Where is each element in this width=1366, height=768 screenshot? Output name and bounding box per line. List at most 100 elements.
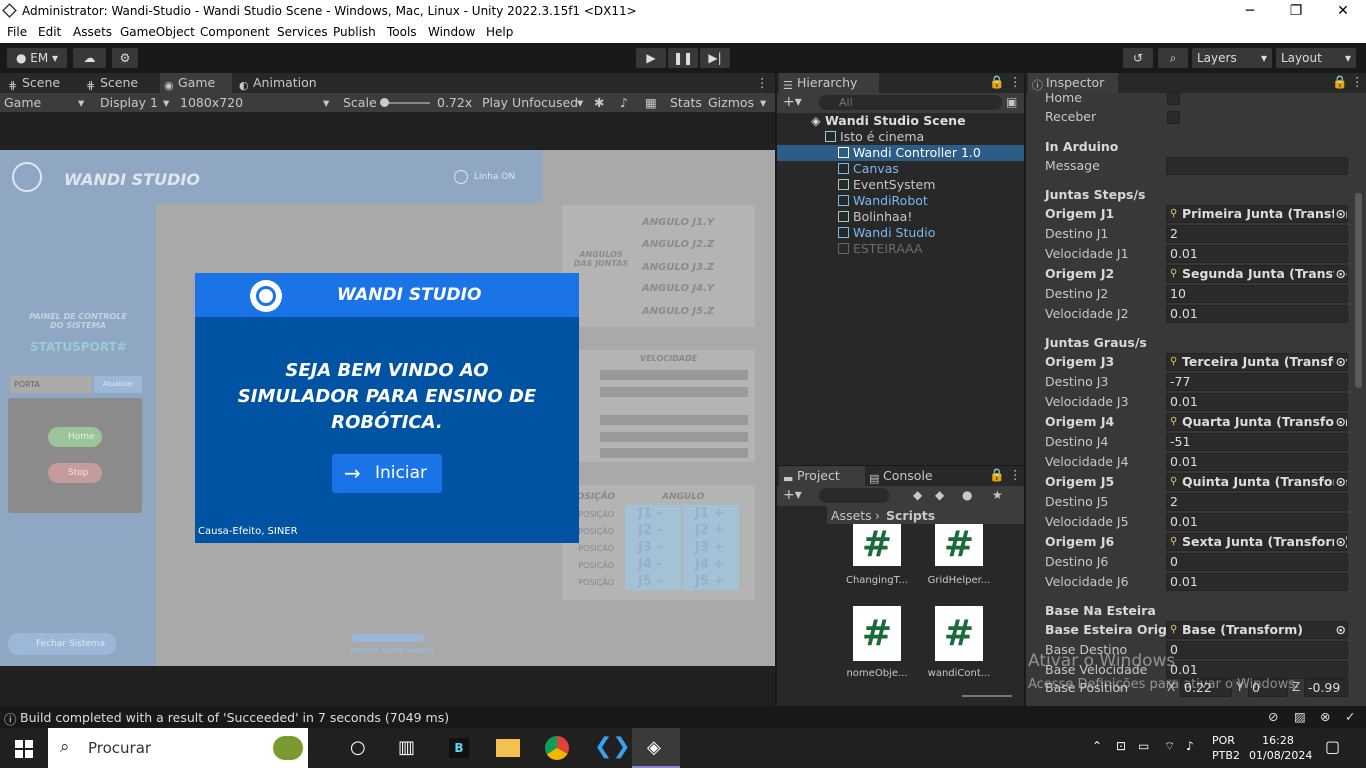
keyboard-icon[interactable]: ▦ (645, 95, 657, 110)
lock-icon[interactable]: 🔒 (1332, 74, 1348, 90)
inspector-text-field[interactable]: 0.01 (1166, 305, 1348, 323)
script-file-icon[interactable]: # (935, 524, 983, 566)
inspector-object-field[interactable]: ⚲ Primeira Junta (Transform)⊙ (1166, 205, 1348, 223)
inspector-object-field[interactable]: ⚲ Quarta Junta (Transform) ⊙ (1166, 413, 1348, 431)
j3-minus-button[interactable]: J3 - (625, 539, 681, 556)
porta-dropdown[interactable]: PORTA (10, 376, 92, 393)
vscode-icon[interactable]: ❮❯ (594, 734, 631, 759)
inspector-scrollbar[interactable] (1355, 193, 1362, 388)
hierarchy-item[interactable]: EventSystem (777, 177, 1024, 193)
menu-services[interactable]: Services (277, 25, 328, 39)
task-view-icon[interactable]: ○ (350, 737, 366, 758)
filter-icon[interactable]: ▣ (1006, 95, 1017, 109)
hierarchy-item[interactable]: ESTEIRAAA (777, 241, 1024, 257)
inspector-object-field[interactable]: ⚲ Quinta Junta (Transform) ⊙ (1166, 473, 1348, 491)
velocidade-slider[interactable] (600, 387, 748, 397)
windows-start-icon[interactable] (15, 740, 33, 758)
maximize-button[interactable]: ❐ (1273, 0, 1319, 22)
label-icon[interactable]: ◆ (935, 488, 944, 502)
hierarchy-item[interactable]: Wandi Studio (777, 225, 1024, 241)
inspector-text-field[interactable]: 0.01 (1166, 513, 1348, 531)
account-button[interactable]: ● EM ▾ (7, 48, 67, 68)
more-icon[interactable]: ⋮ (1009, 467, 1022, 482)
j4-plus-button[interactable]: J4 + (683, 556, 739, 573)
zoom-slider[interactable] (962, 695, 1012, 697)
wifi-icon[interactable]: ⌔ (1164, 739, 1175, 754)
widgets-icon[interactable]: ▥ (398, 737, 415, 758)
object-picker-icon[interactable]: ⊙ (1333, 414, 1346, 430)
scale-slider-handle[interactable] (380, 98, 389, 107)
chevron-up-icon[interactable]: ⌃ (1092, 739, 1102, 753)
tab-game[interactable]: ◉ Game (160, 73, 232, 93)
game-mode-dropdown[interactable]: Game (4, 95, 41, 110)
project-search-input[interactable] (819, 488, 889, 503)
hierarchy-search-input[interactable]: All (819, 95, 1002, 110)
velocidade-slider[interactable] (600, 415, 748, 425)
notification-icon[interactable]: ▢ (1325, 737, 1340, 756)
j1-minus-button[interactable]: J1 - (625, 505, 681, 522)
scene-root[interactable]: ◈ Wandi Studio Scene (777, 113, 1024, 129)
lock-icon[interactable]: 🔒 (989, 74, 1005, 90)
warning-icon[interactable]: ● (962, 488, 972, 502)
inspector-text-field[interactable]: -77 (1166, 373, 1348, 391)
script-file-icon[interactable]: # (853, 606, 901, 661)
inspector-object-field[interactable]: ⚲ Base (Transform) ⊙ (1166, 621, 1348, 639)
menu-tools[interactable]: Tools (387, 25, 417, 39)
search-icon[interactable]: ⌕ (1158, 48, 1188, 68)
layers-dropdown[interactable]: Layers ▾ (1192, 48, 1272, 68)
gizmos-button[interactable]: Gizmos (708, 95, 754, 110)
more-icon[interactable]: ⋮ (1351, 74, 1364, 89)
volume-icon[interactable]: ♪ (1186, 739, 1194, 753)
step-button[interactable]: ▶| (700, 48, 730, 68)
more-icon[interactable]: ⋮ (1009, 74, 1022, 89)
atualizar-button[interactable]: Atualizar (94, 376, 142, 393)
resolution-dropdown[interactable]: 1080x720 (180, 95, 243, 110)
inspector-checkbox[interactable] (1167, 111, 1180, 124)
debug-off-icon[interactable]: ⊗ (1320, 709, 1330, 724)
audio-icon[interactable]: ♪ (620, 95, 628, 110)
language-indicator[interactable]: POR PTB2 (1212, 733, 1240, 763)
j1-plus-button[interactable]: J1 + (683, 505, 739, 522)
layout-dropdown[interactable]: Layout ▾ (1276, 48, 1356, 68)
object-picker-icon[interactable]: ⊙ (1333, 534, 1346, 550)
menu-window[interactable]: Window (428, 25, 475, 39)
lock-icon[interactable]: 🔒 (989, 467, 1005, 483)
minimize-button[interactable]: ─ (1227, 0, 1273, 22)
home-button[interactable]: Home (48, 427, 102, 447)
velocidade-slider[interactable] (600, 448, 748, 458)
hierarchy-item[interactable]: Bolinhaa! (777, 209, 1024, 225)
more-icon[interactable]: ⋮ (756, 75, 769, 90)
object-picker-icon[interactable]: ⊙ (1333, 474, 1346, 490)
pause-button[interactable]: ❚❚ (668, 48, 698, 68)
inspector-checkbox[interactable] (1167, 92, 1180, 105)
hierarchy-item[interactable]: Canvas (777, 161, 1024, 177)
inspector-text-field[interactable]: 0.01 (1166, 453, 1348, 471)
add-icon[interactable]: +▾ (783, 94, 802, 110)
j2-plus-button[interactable]: J2 + (683, 522, 739, 539)
inspector-text-field[interactable]: 0.01 (1166, 393, 1348, 411)
hierarchy-item-selected[interactable]: Wandi Controller 1.0 (777, 145, 1024, 161)
tab-console[interactable]: ▤ Console (865, 466, 955, 486)
j3-plus-button[interactable]: J3 + (683, 539, 739, 556)
stats-button[interactable]: Stats (670, 95, 702, 110)
tray-device-icon[interactable]: ⊡ (1116, 739, 1126, 753)
cloud-icon[interactable]: ☁ (73, 48, 106, 68)
inspector-object-field[interactable]: ⚲ Terceira Junta (Transform)⊙ (1166, 353, 1348, 371)
script-file-icon[interactable]: # (853, 524, 901, 566)
object-picker-icon[interactable]: ⊙ (1333, 622, 1346, 638)
taskbar-search-input[interactable]: ⌕ Procurar (48, 728, 308, 768)
add-icon[interactable]: +▾ (783, 487, 802, 503)
menu-component[interactable]: Component (200, 25, 270, 39)
fechar-sistema-button[interactable]: Fechar Sistema (8, 633, 116, 655)
object-picker-icon[interactable]: ⊙ (1333, 266, 1346, 282)
file-explorer-icon[interactable] (496, 739, 520, 757)
inspector-text-field[interactable]: 2 (1166, 493, 1348, 511)
display-dropdown[interactable]: Display 1 (100, 95, 158, 110)
menu-assets[interactable]: Assets (73, 25, 112, 39)
tab-animation[interactable]: ◐ Animation (235, 73, 335, 93)
menu-file[interactable]: File (7, 25, 27, 39)
inspector-text-field[interactable] (1166, 157, 1348, 175)
hierarchy-item[interactable]: Isto é cinema (777, 129, 1024, 145)
inspector-text-field[interactable]: 2 (1166, 225, 1348, 243)
inspector-object-field[interactable]: ⚲ Segunda Junta (Transform)⊙ (1166, 265, 1348, 283)
